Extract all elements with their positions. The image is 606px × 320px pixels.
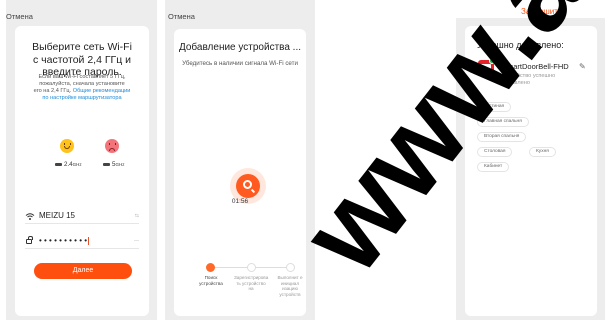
step-2-label: Зарегистрирова ть устройство на <box>234 275 269 292</box>
edit-icon[interactable]: ✎ <box>579 62 586 71</box>
band-5-label: 5GHz <box>103 161 124 168</box>
room-chip[interactable]: Кухня <box>529 147 556 157</box>
wifi-signal-hint: Убедитесь в наличии сигнала Wi-Fi сети <box>182 60 298 67</box>
router-guide-link-cont[interactable]: по настройке маршрутизатора <box>25 95 139 102</box>
room-chip[interactable]: Гостиная <box>477 102 512 112</box>
room-chip[interactable]: Вторая спальня <box>477 132 527 142</box>
wifi-setup-card: Выберите сеть Wi-Fi с частотой 2,4 ГГц и… <box>15 26 149 316</box>
search-icon <box>236 174 260 198</box>
wifi-password-field[interactable]: • • • • • • • • • • — <box>25 235 139 249</box>
band-24-label: 2.4GHz <box>55 161 82 168</box>
page-title: Выберите сеть Wi-Fi с частотой 2,4 ГГц и… <box>32 41 132 78</box>
page-title: Успешно добавлено: <box>477 40 564 50</box>
device-name: SmartDoorBell-FHD <box>502 62 569 71</box>
password-value: • • • • • • • • • • <box>39 236 88 245</box>
doorbell-device-icon <box>478 58 495 76</box>
toggle-password-visibility-icon[interactable]: — <box>134 238 139 244</box>
added-success-screen: Успешно добавлено: SmartDoorBell-FHD Уст… <box>456 18 605 320</box>
device-status: Устройство успешно добавлено <box>502 73 556 86</box>
countdown-timer: 01:56 <box>231 198 249 205</box>
router-icon <box>103 162 110 167</box>
wifi-hint: Если ваш Wi-Fi составляет 5 ГГц, пожалуй… <box>15 74 149 102</box>
wifi-setup-screen: Отмена Выберите сеть Wi-Fi с частотой 2,… <box>6 0 157 320</box>
lock-icon <box>26 236 33 244</box>
sad-face-icon <box>105 139 119 153</box>
router-guide-link[interactable]: Общие рекомендации <box>73 88 131 94</box>
room-chip[interactable]: Кабинет <box>477 162 510 172</box>
success-badge <box>489 58 495 64</box>
step-1-indicator <box>206 263 215 272</box>
room-chip[interactable]: Главная спальня <box>477 117 529 127</box>
cancel-link[interactable]: Отмена <box>168 12 195 21</box>
app-stage: Отмена Выберите сеть Wi-Fi с частотой 2,… <box>0 0 606 320</box>
next-button[interactable]: Далее <box>34 263 132 279</box>
success-card: Успешно добавлено: SmartDoorBell-FHD Уст… <box>465 26 597 316</box>
finish-button[interactable]: Завершить <box>521 7 562 16</box>
ssid-value: MEIZU 15 <box>39 211 76 220</box>
text-cursor <box>88 236 90 245</box>
step-1-label: Поиск устройства <box>199 275 223 286</box>
adding-device-card: Добавление устройства ... Убедитесь в на… <box>174 29 306 316</box>
wifi-icon <box>25 213 35 220</box>
page-title: Добавление устройства ... <box>178 42 302 53</box>
step-3-label: Выполнит е инициал изацию устройств <box>277 275 303 297</box>
adding-device-screen: Отмена Добавление устройства ... Убедите… <box>165 0 315 320</box>
room-chip[interactable]: Столовая <box>477 147 513 157</box>
switch-network-icon[interactable]: ⇆ <box>135 213 139 219</box>
step-2-indicator <box>247 263 256 272</box>
happy-face-icon <box>60 139 74 153</box>
wifi-ssid-field[interactable]: MEIZU 15 ⇆ <box>25 210 139 224</box>
router-icon <box>55 162 62 167</box>
step-3-indicator <box>286 263 295 272</box>
cancel-link[interactable]: Отмена <box>6 12 33 21</box>
